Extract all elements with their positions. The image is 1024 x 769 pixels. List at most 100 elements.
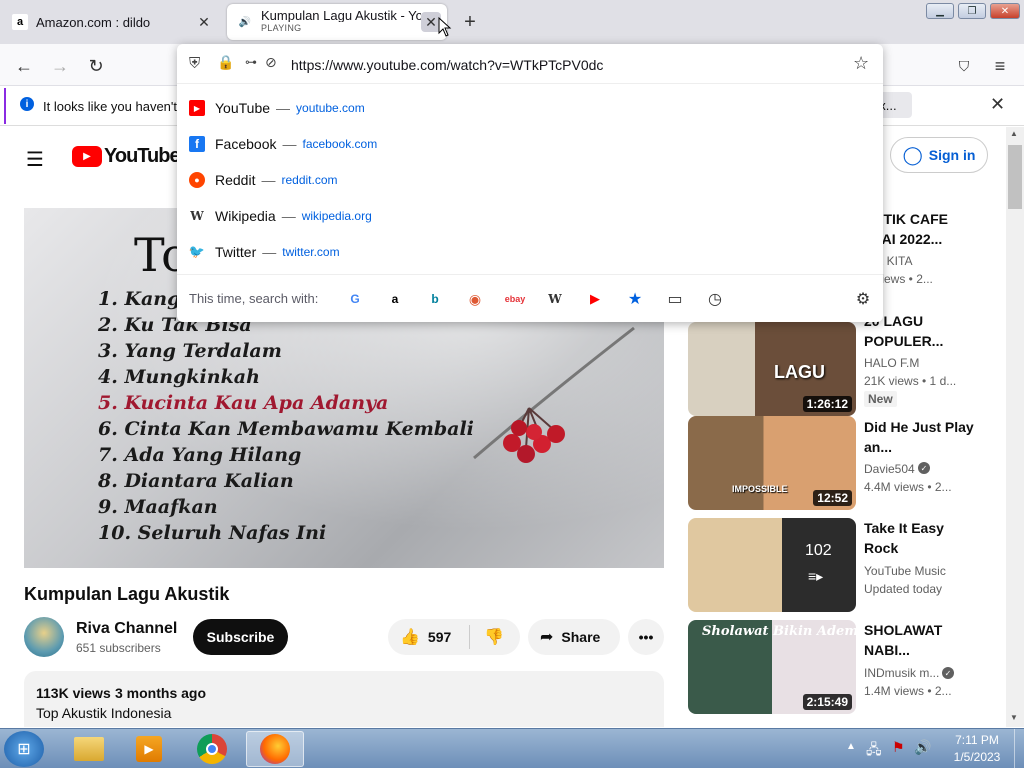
song-item: 5. Kucinta Kau Apa Adanya xyxy=(98,392,389,414)
new-tab-button[interactable]: + xyxy=(458,10,482,34)
tabs-icon[interactable]: ▭ xyxy=(665,289,685,309)
autoplay-blocked-icon[interactable]: ⊘ xyxy=(265,54,277,71)
ebay-icon[interactable]: ebay xyxy=(505,289,526,309)
suggestion-url: facebook.com xyxy=(302,137,378,151)
tab-youtube[interactable]: 🔊 Kumpulan Lagu Akustik - YouTube PLAYIN… xyxy=(227,4,447,40)
related-thumbnail[interactable]: Sholawat Bikin Adem 2:15:49 xyxy=(688,620,856,714)
twitter-icon: 🐦 xyxy=(188,244,206,259)
volume-icon[interactable]: 🔊 xyxy=(914,739,931,756)
related-meta: 21K views • 1 d... xyxy=(864,374,957,388)
settings-gear-icon[interactable]: ⚙ xyxy=(853,289,873,309)
video-title: Kumpulan Lagu Akustik xyxy=(24,584,230,604)
bing-icon[interactable]: b xyxy=(425,289,445,309)
channel-avatar[interactable] xyxy=(24,617,64,657)
wikipedia-icon: W xyxy=(190,209,204,223)
one-off-search-bar: This time, search with: G a b ◉ ebay W ▶… xyxy=(177,274,883,322)
youtube-search-icon[interactable]: ▶ xyxy=(585,289,605,309)
tab-amazon[interactable]: a Amazon.com : dildo ✕ xyxy=(4,4,220,40)
related-thumbnail[interactable]: 102 ≡▸ xyxy=(688,518,856,612)
minimize-button[interactable]: ▁ xyxy=(926,3,954,19)
related-meta: 4.4M views • 2... xyxy=(864,480,952,494)
song-item: 3. Yang Terdalam xyxy=(98,340,282,362)
history-clock-icon[interactable]: ◷ xyxy=(705,289,725,309)
sign-in-label: Sign in xyxy=(928,147,976,163)
description-box[interactable]: 113K views 3 months ago Top Akustik Indo… xyxy=(24,671,664,727)
thumbnail-text: LAGU xyxy=(774,362,825,382)
reload-icon[interactable]: ↻ xyxy=(84,54,108,78)
start-button[interactable]: ⊞ xyxy=(4,731,44,767)
lock-icon[interactable]: 🔒 xyxy=(217,54,234,71)
file-explorer-taskbar-icon[interactable] xyxy=(60,731,118,767)
close-window-button[interactable]: ✕ xyxy=(990,3,1020,19)
firefox-taskbar-icon[interactable] xyxy=(246,731,304,767)
thumbnail-text: Sholawat Bikin Adem xyxy=(702,624,856,639)
shield-icon[interactable]: ⛨ xyxy=(189,55,200,72)
related-title: Take It Easy Rock xyxy=(864,520,944,556)
more-actions-button[interactable]: ••• xyxy=(628,619,664,655)
song-item: 1. Kang xyxy=(98,288,181,310)
show-hidden-icons[interactable]: ▲ xyxy=(846,741,856,752)
thumbnail-text: IMPOSSIBLE xyxy=(732,484,788,494)
suggestion-name: Twitter xyxy=(215,244,257,260)
sign-in-button[interactable]: ◯ Sign in xyxy=(890,137,988,173)
song-item: 7. Ada Yang Hilang xyxy=(98,444,302,466)
related-channel: INDmusik m... xyxy=(864,666,940,680)
view-count: 113K views xyxy=(36,685,111,701)
subscribe-button[interactable]: Subscribe xyxy=(193,619,288,655)
wikipedia-icon[interactable]: W xyxy=(545,289,565,309)
suggestion-twitter[interactable]: 🐦 Twitter — twitter.com xyxy=(177,234,883,270)
like-dislike-group: 👍 597 👎 xyxy=(388,619,520,655)
mouse-cursor-icon xyxy=(438,17,452,37)
forward-arrow-icon[interactable]: → xyxy=(48,54,72,78)
chrome-taskbar-icon[interactable] xyxy=(183,731,241,767)
hamburger-menu-icon[interactable]: ☰ xyxy=(26,147,44,172)
related-thumbnail[interactable]: LAGU 1:26:12 xyxy=(688,322,856,416)
close-icon[interactable]: ✕ xyxy=(990,94,1005,115)
url-input[interactable]: https://www.youtube.com/watch?v=WTkPTcPV… xyxy=(291,57,603,73)
more-horizontal-icon: ••• xyxy=(638,629,654,645)
subscriber-count: 651 subscribers xyxy=(76,641,161,655)
address-bar[interactable]: ⛨ 🔒 ⊶ ⊘ https://www.youtube.com/watch?v=… xyxy=(177,44,883,84)
suggestion-youtube[interactable]: ▶ YouTube — youtube.com xyxy=(177,90,883,126)
pocket-icon[interactable]: ⛉ xyxy=(952,54,976,78)
clock-time[interactable]: 7:11 PM xyxy=(953,733,1001,747)
bookmark-star-icon[interactable]: ☆ xyxy=(853,53,869,74)
back-arrow-icon[interactable]: ← xyxy=(12,54,36,78)
dislike-button[interactable]: 👎 xyxy=(470,627,504,647)
berries-image xyxy=(473,326,635,463)
description-text: Top Akustik Indonesia xyxy=(36,705,172,721)
song-item: 10. Seluruh Nafas Ini xyxy=(98,522,327,544)
duration-badge: 2:15:49 xyxy=(802,694,852,710)
show-desktop-button[interactable] xyxy=(1014,729,1024,769)
clock-date[interactable]: 1/5/2023 xyxy=(947,750,1007,764)
verified-icon: ✓ xyxy=(918,462,930,474)
media-player-taskbar-icon[interactable]: ▶ xyxy=(120,731,178,767)
bookmarks-star-icon[interactable]: ★ xyxy=(625,289,645,309)
upload-age: 3 months ago xyxy=(115,685,207,701)
share-button[interactable]: ➦ Share xyxy=(528,619,620,655)
account-icon: ◯ xyxy=(902,144,923,165)
song-item: 4. Mungkinkah xyxy=(98,366,260,388)
youtube-logo[interactable]: ▶ YouTube xyxy=(72,145,181,168)
duckduckgo-icon[interactable]: ◉ xyxy=(465,289,485,309)
channel-name[interactable]: Riva Channel xyxy=(76,620,177,638)
related-thumbnail[interactable]: IMPOSSIBLE 12:52 xyxy=(688,416,856,510)
network-icon[interactable]: 🖧 xyxy=(866,739,882,763)
like-button[interactable]: 👍 597 xyxy=(388,625,470,649)
page-scrollbar[interactable]: ▲ ▼ xyxy=(1006,127,1024,727)
suggestion-name: Facebook xyxy=(215,136,277,152)
action-center-icon[interactable]: ⚑ xyxy=(892,739,905,756)
maximize-button[interactable]: ❐ xyxy=(958,3,986,19)
duration-badge: 12:52 xyxy=(813,490,852,506)
speaker-icon[interactable]: 🔊 xyxy=(237,14,253,30)
suggestion-reddit[interactable]: ● Reddit — reddit.com xyxy=(177,162,883,198)
suggestion-name: YouTube xyxy=(215,100,271,116)
menu-icon[interactable]: ≡ xyxy=(988,54,1012,78)
close-tab-icon[interactable]: ✕ xyxy=(194,12,214,32)
amazon-icon[interactable]: a xyxy=(385,289,405,309)
permissions-icon[interactable]: ⊶ xyxy=(245,55,257,69)
suggestion-wikipedia[interactable]: W Wikipedia — wikipedia.org xyxy=(177,198,883,234)
related-meta: Updated today xyxy=(864,582,943,596)
suggestion-facebook[interactable]: f Facebook — facebook.com xyxy=(177,126,883,162)
google-icon[interactable]: G xyxy=(345,289,365,309)
